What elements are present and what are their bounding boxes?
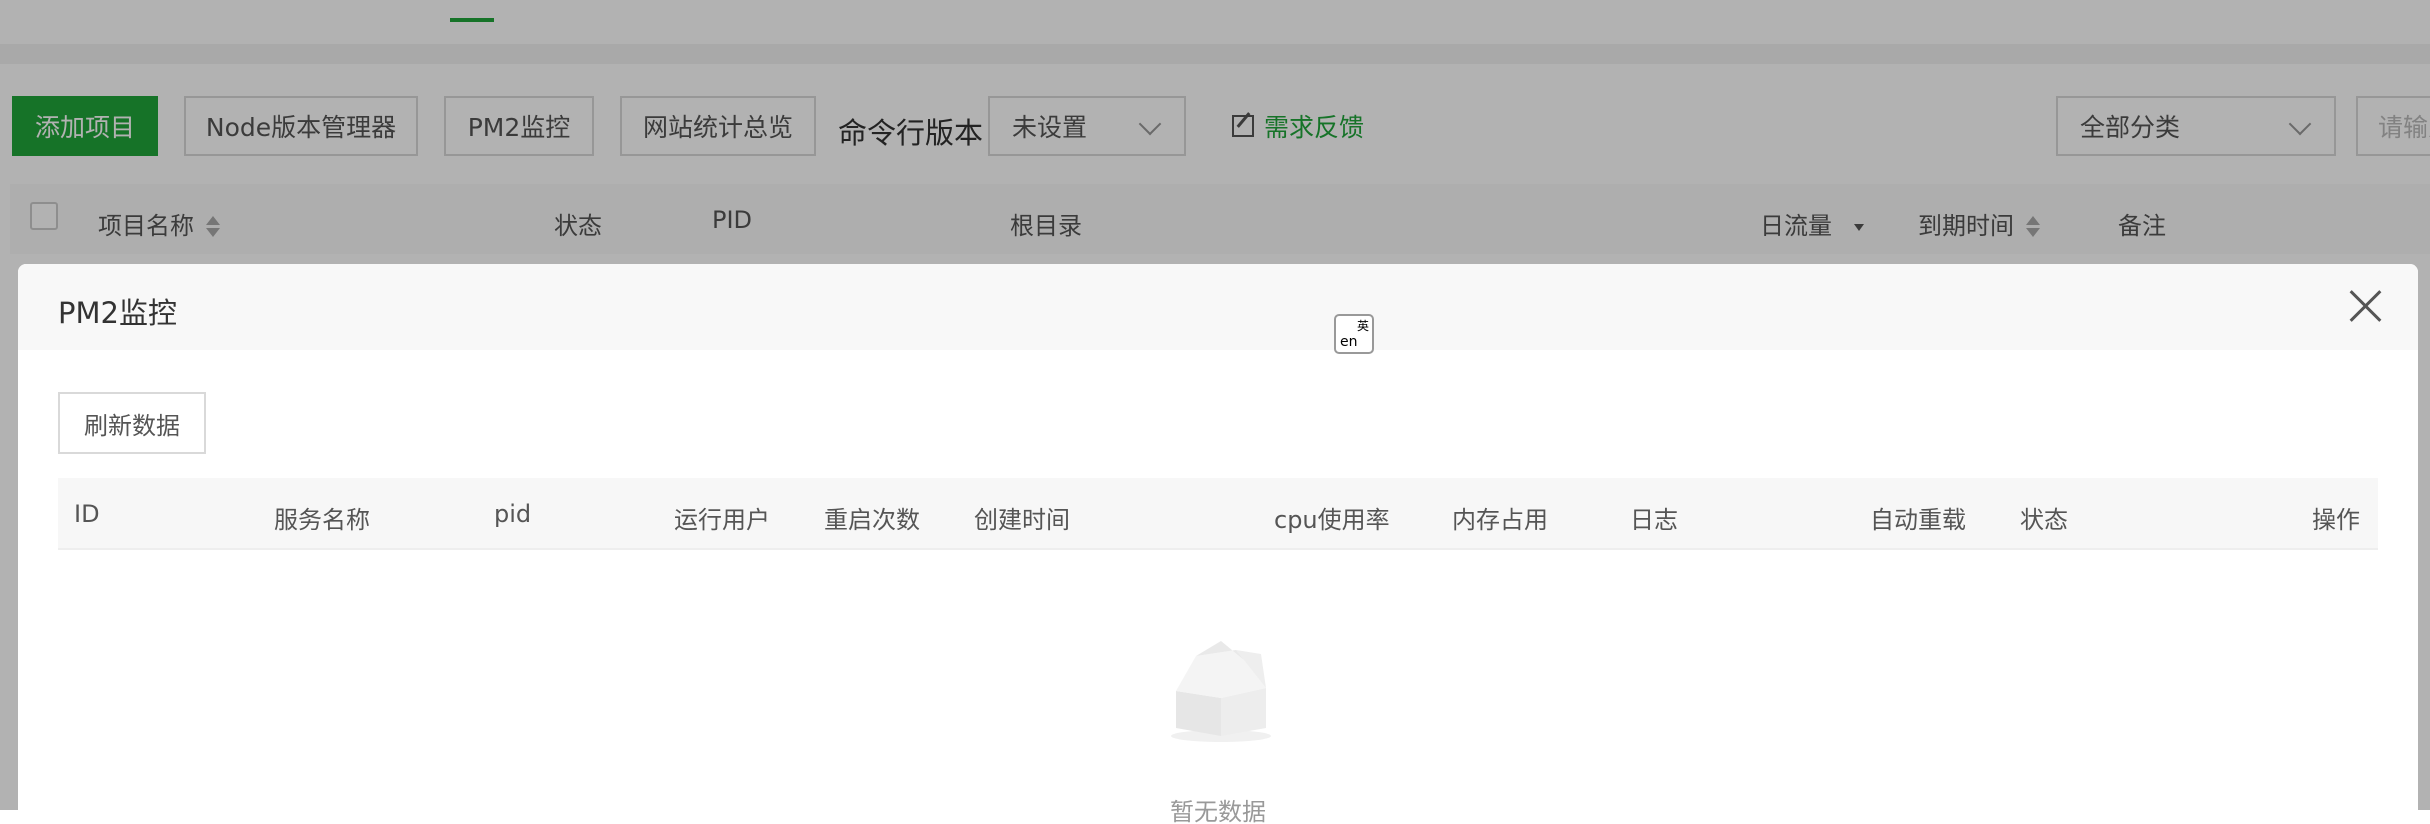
pm2-column-id: ID <box>74 500 100 528</box>
pm2-column-created-time: 创建时间 <box>974 506 1070 534</box>
close-icon[interactable] <box>2348 288 2384 324</box>
pm2-column-actions: 操作 <box>2312 506 2360 534</box>
pm2-column-service-name: 服务名称 <box>274 506 370 534</box>
pm2-column-run-user: 运行用户 <box>674 506 770 534</box>
pm2-column-memory: 内存占用 <box>1452 506 1548 534</box>
pm2-column-status: 状态 <box>2020 506 2068 534</box>
translate-icon[interactable]: 英 en <box>1334 314 1374 354</box>
pm2-column-restart-count: 重启次数 <box>824 506 920 534</box>
pm2-monitor-modal: PM2监控 英 en 刷新数据 ID 服务名称 pid 运行用户 重启次数 创建… <box>18 264 2418 824</box>
translate-en: en <box>1340 334 1358 350</box>
empty-box-icon <box>1171 641 1271 742</box>
translate-zh: 英 <box>1356 319 1369 333</box>
pm2-column-log: 日志 <box>1630 506 1678 534</box>
pm2-column-pid: pid <box>494 500 532 528</box>
pm2-column-auto-reload: 自动重载 <box>1870 506 1966 534</box>
modal-header: PM2监控 英 en <box>18 264 2418 354</box>
pm2-column-cpu-usage: cpu使用率 <box>1274 506 1390 534</box>
empty-text: 暂无数据 <box>1170 798 1266 824</box>
modal-title: PM2监控 <box>58 296 177 330</box>
refresh-data-button[interactable]: 刷新数据 <box>58 392 206 454</box>
